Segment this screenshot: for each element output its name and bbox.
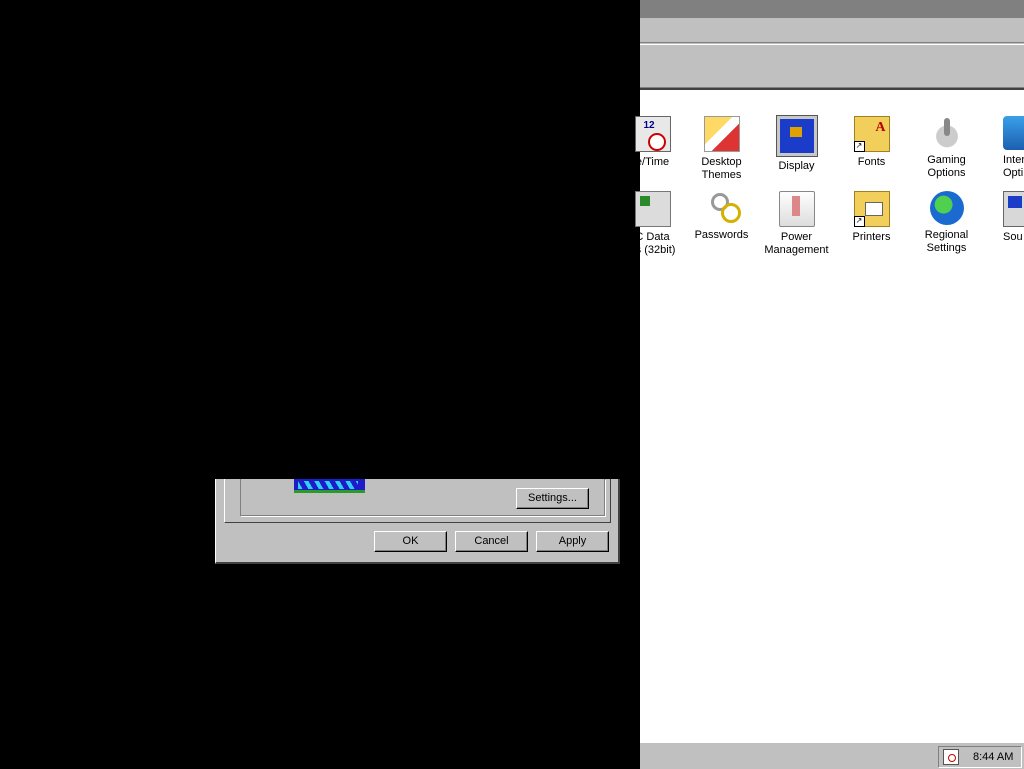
taskbar-clock[interactable]: 8:44 AM (973, 751, 1013, 763)
title-bar[interactable] (640, 0, 1024, 18)
cp-item-label: Desktop Themes (701, 156, 742, 181)
cp-item-sounds[interactable]: Sou (977, 191, 1024, 244)
desktop-themes-icon (703, 116, 740, 152)
menu-bar[interactable] (640, 20, 1024, 43)
cp-item-label: Printers (852, 231, 891, 243)
cp-item-regional-settings[interactable]: Regional Settings (909, 191, 984, 255)
screen-saver-groupbox: Settings... (240, 479, 605, 516)
display-properties-dialog: Settings... OK Cancel Apply (215, 479, 620, 564)
shortcut-arrow-icon: ↗ (853, 216, 865, 227)
settings-button[interactable]: Settings... (516, 488, 589, 509)
gaming-options-icon (929, 116, 964, 150)
cp-item-label: Inter Opti (1003, 154, 1024, 179)
cp-item-odbc-data-sources[interactable]: C Data es (32bit) (615, 191, 690, 257)
toolbar[interactable] (640, 44, 1024, 88)
control-panel-content: e/Time Desktop Themes Display ↗ Fonts Ga… (630, 88, 1024, 744)
taskbar: 8:44 AM (640, 742, 1024, 769)
cp-item-passwords[interactable]: Passwords (684, 191, 759, 242)
passwords-keys-icon (705, 191, 741, 225)
apply-button[interactable]: Apply (536, 531, 609, 552)
fonts-folder-icon: ↗ (853, 116, 890, 152)
date-time-icon (634, 116, 671, 152)
printers-folder-icon: ↗ (853, 191, 890, 227)
cp-item-label: Display (778, 160, 815, 172)
cp-item-fonts[interactable]: ↗ Fonts (834, 116, 909, 169)
display-icon (775, 115, 818, 157)
cp-item-power-management[interactable]: Power Management (759, 191, 834, 257)
cp-item-display[interactable]: Display (759, 115, 834, 173)
cp-item-label: C Data es (32bit) (629, 231, 676, 256)
cp-item-label: e/Time (635, 156, 670, 168)
scheduler-clock-icon[interactable] (943, 749, 959, 765)
internet-options-icon (1003, 116, 1024, 150)
cp-item-internet-options[interactable]: Inter Opti (977, 116, 1024, 180)
cp-item-printers[interactable]: ↗ Printers (834, 191, 909, 244)
system-tray: 8:44 AM (938, 746, 1022, 768)
ok-button[interactable]: OK (374, 531, 447, 552)
regional-settings-globe-icon (929, 191, 964, 225)
cp-item-label: Power Management (764, 231, 829, 256)
cp-item-label: Gaming Options (927, 154, 966, 179)
cp-item-date-time[interactable]: e/Time (615, 116, 690, 169)
cp-item-label: Sou (1003, 231, 1023, 243)
control-panel-window: e/Time Desktop Themes Display ↗ Fonts Ga… (630, 0, 1024, 744)
odbc-data-sources-icon (634, 191, 671, 227)
cp-item-label: Regional Settings (924, 229, 969, 254)
cp-item-label: Passwords (694, 229, 749, 241)
power-management-icon (778, 191, 815, 227)
cp-item-gaming-options[interactable]: Gaming Options (909, 116, 984, 180)
cancel-button[interactable]: Cancel (455, 531, 528, 552)
monitor-preview-image (294, 479, 365, 493)
tab-panel: Settings... (224, 479, 611, 523)
cp-item-desktop-themes[interactable]: Desktop Themes (684, 116, 759, 182)
shortcut-arrow-icon: ↗ (853, 141, 865, 152)
cp-item-label: Fonts (857, 156, 886, 168)
sounds-icon (1003, 191, 1024, 227)
